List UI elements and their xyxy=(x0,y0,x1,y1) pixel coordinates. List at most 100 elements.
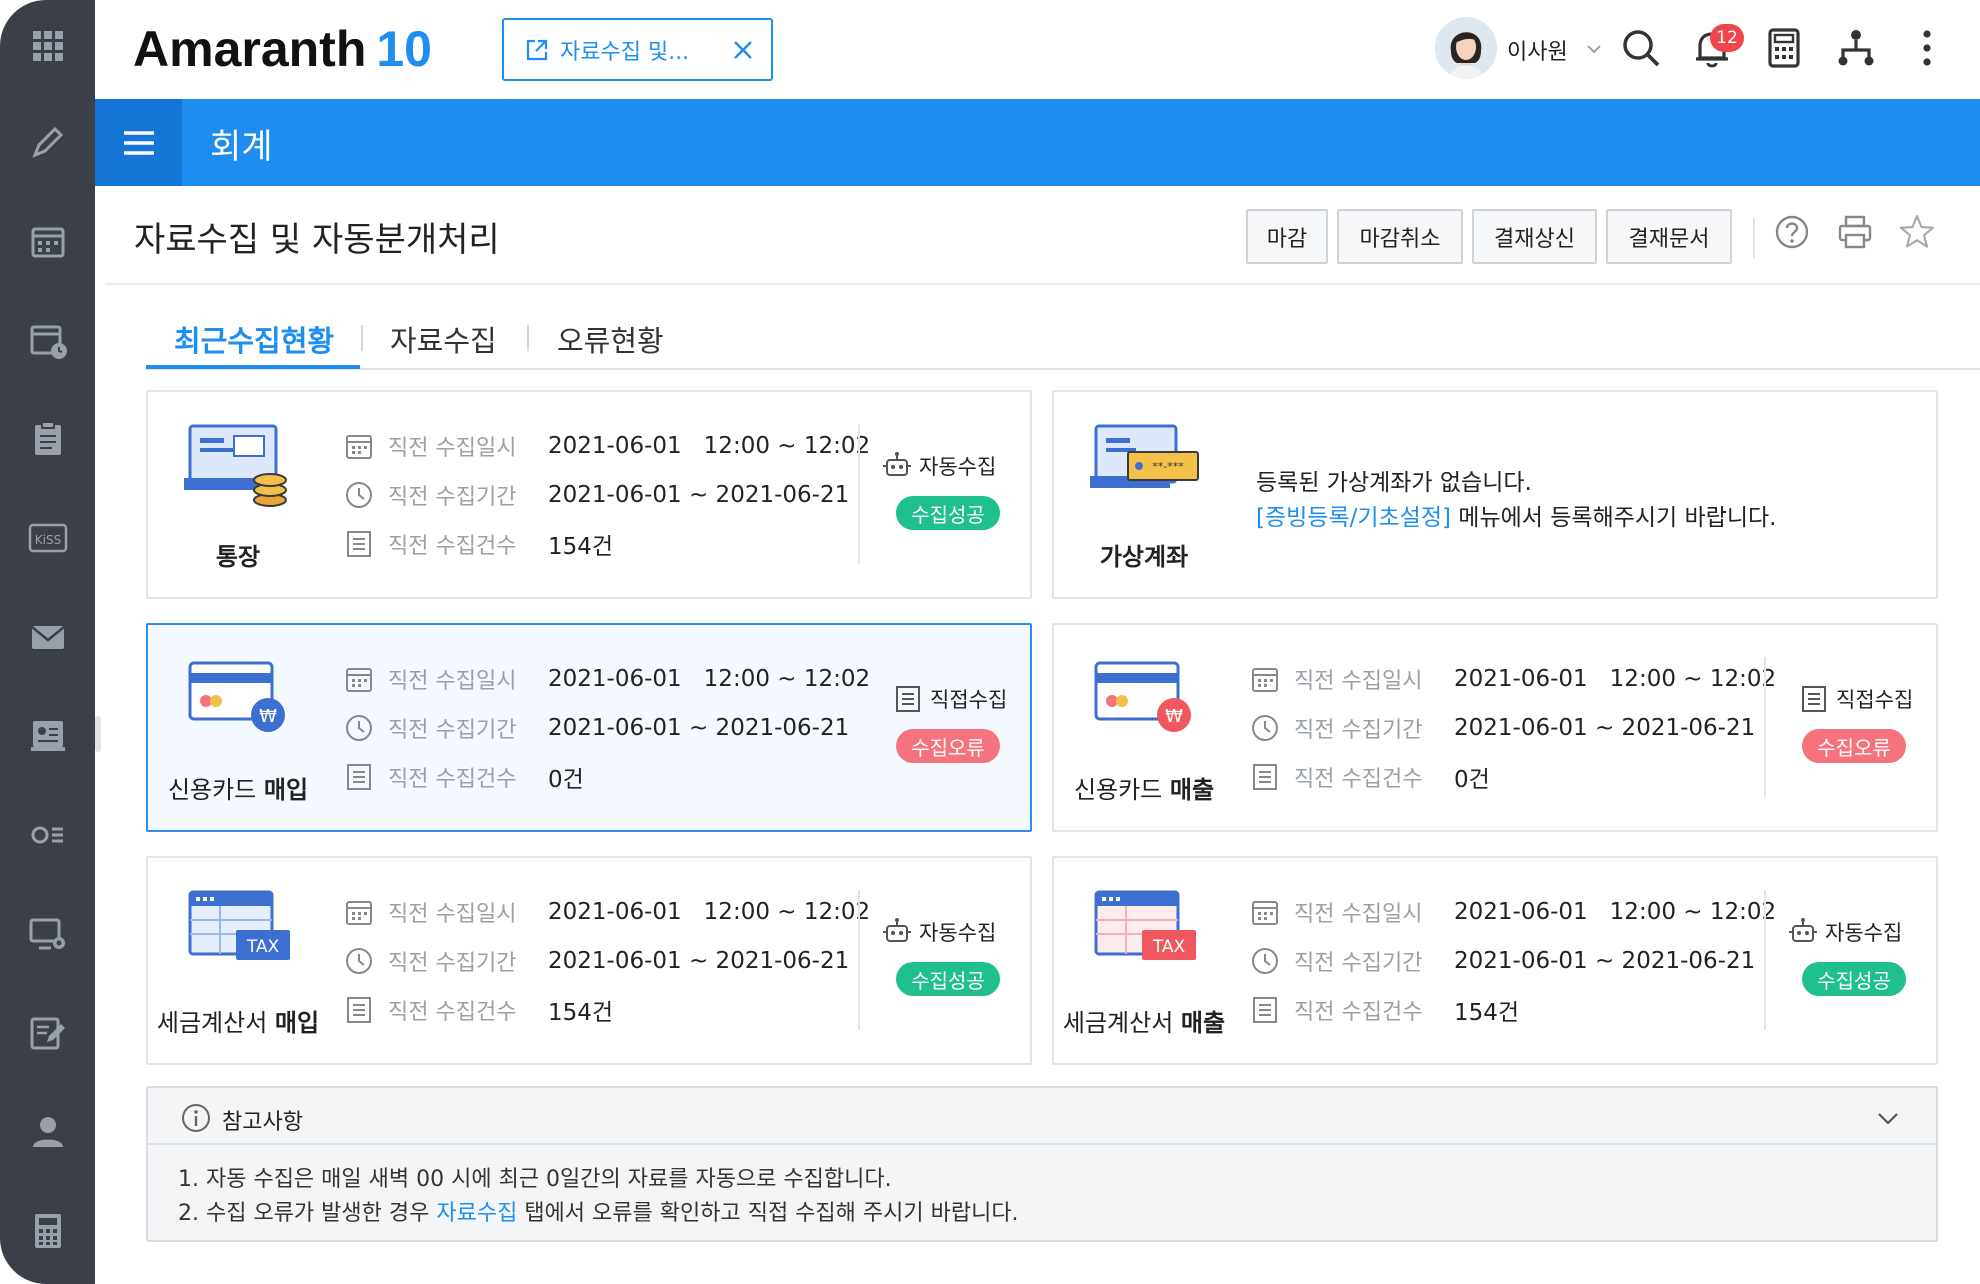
card-credit-purchase[interactable]: ₩ 신용카드 매입 직전 수집일시 2021-06-01 12:00 ~ 12:0… xyxy=(146,623,1032,832)
svg-text:KiSS: KiSS xyxy=(35,533,61,547)
tab-recent-status[interactable]: 최근수집현황 xyxy=(174,318,334,360)
last-period-row: 직전 수집기간 2021-06-01 ~ 2021-06-21 xyxy=(1250,712,1755,744)
card-bankbook[interactable]: 통장 직전 수집일시 2021-06-01 12:00 ~ 12:02 직전 수집… xyxy=(146,390,1032,599)
list-doc-icon xyxy=(1253,997,1277,1023)
card-tax-invoice-purchase[interactable]: TAX 세금계산서 매입 직전 수집일시 2021-06-01 12:00 ~ 1… xyxy=(146,856,1032,1065)
collection-mode: 자동수집 xyxy=(881,916,996,948)
info-icon xyxy=(182,1104,210,1132)
card-title: 가상계좌 xyxy=(1099,543,1189,571)
list-toggle-icon[interactable] xyxy=(22,809,74,861)
bankbook-icon xyxy=(184,424,287,507)
org-chart-icon[interactable] xyxy=(1832,24,1880,72)
active-tab-indicator xyxy=(146,365,360,369)
notes-header[interactable]: 참고사항 xyxy=(148,1088,1936,1145)
last-count-row: 직전 수집건수 0건 xyxy=(344,761,584,793)
sidebar-resize-handle[interactable] xyxy=(95,716,101,752)
tax-invoice-purchase-icon: TAX xyxy=(188,890,290,960)
calculator-icon[interactable] xyxy=(1760,24,1808,72)
calendar-clock-icon[interactable] xyxy=(22,314,74,366)
empty-message-detail: [증빙등록/기초설정] 메뉴에서 등록해주시기 바랍니다. xyxy=(1256,505,1777,531)
cancel-close-button[interactable]: 마감취소 xyxy=(1337,209,1463,264)
robot-icon xyxy=(883,918,911,942)
menu-icon[interactable] xyxy=(95,99,182,186)
svg-text:₩: ₩ xyxy=(1165,706,1183,727)
status-badge: 수집성공 xyxy=(896,962,1000,996)
status-badge: 수집성공 xyxy=(896,496,1000,530)
search-icon[interactable] xyxy=(1617,24,1665,72)
kiss-icon[interactable]: KiSS xyxy=(22,512,74,564)
svg-text:TAX: TAX xyxy=(246,937,280,957)
clock-icon xyxy=(1252,948,1278,974)
edit-doc-icon[interactable] xyxy=(22,1007,74,1059)
last-datetime-row: 직전 수집일시 2021-06-01 12:00 ~ 12:02 xyxy=(344,430,870,462)
divider xyxy=(105,283,1980,285)
star-icon[interactable] xyxy=(1897,212,1937,252)
open-tab-label: 자료수집 및... xyxy=(560,39,690,65)
notification-badge: 12 xyxy=(1710,24,1744,52)
clock-icon xyxy=(1252,715,1278,741)
monitor-gear-icon[interactable] xyxy=(22,908,74,960)
close-icon[interactable] xyxy=(729,36,757,64)
card-virtual-account[interactable]: **-*** 가상계좌 등록된 가상계좌가 없습니다. [증빙등록/기초설정] … xyxy=(1052,390,1938,599)
open-document-tab[interactable]: 자료수집 및... xyxy=(502,18,773,81)
card-credit-sales[interactable]: ₩ 신용카드 매출 직전 수집일시 2021-06-01 12:00 ~ 12:0… xyxy=(1052,623,1938,832)
robot-icon xyxy=(1789,918,1817,942)
list-doc-icon xyxy=(896,686,920,712)
card-title: 신용카드 매입 xyxy=(167,776,309,804)
empty-message: 등록된 가상계좌가 없습니다. xyxy=(1256,470,1532,496)
divider xyxy=(1764,657,1766,797)
more-vertical-icon[interactable] xyxy=(1903,24,1951,72)
mail-icon[interactable] xyxy=(22,611,74,663)
page-title: 자료수집 및 자동분개처리 xyxy=(134,220,500,260)
svg-text:TAX: TAX xyxy=(1152,937,1186,957)
help-icon[interactable] xyxy=(1772,212,1812,252)
divider xyxy=(858,424,860,564)
last-datetime-row: 직전 수집일시 2021-06-01 12:00 ~ 12:02 xyxy=(1250,896,1776,928)
card-title: 세금계산서 매입 xyxy=(156,1009,320,1037)
note-line-1: 1. 자동 수집은 매일 새벽 00 시에 최근 0일간의 자료를 자동으로 수… xyxy=(178,1167,892,1192)
user-name[interactable]: 이사원 xyxy=(1507,34,1568,66)
tax-invoice-sales-icon: TAX xyxy=(1094,890,1196,960)
print-icon[interactable] xyxy=(1835,212,1875,252)
clock-icon xyxy=(346,482,372,508)
apps-grid-icon[interactable] xyxy=(22,20,74,72)
list-doc-icon xyxy=(1802,686,1826,712)
tab-error-status[interactable]: 오류현황 xyxy=(557,318,664,360)
card-title: 신용카드 매출 xyxy=(1073,776,1215,804)
data-collection-link[interactable]: 자료수집 xyxy=(436,1201,517,1226)
submit-approval-button[interactable]: 결재상신 xyxy=(1472,209,1597,264)
card-title: 통장 xyxy=(215,543,261,571)
last-datetime-row: 직전 수집일시 2021-06-01 12:00 ~ 12:02 xyxy=(344,896,870,928)
tab-data-collection[interactable]: 자료수집 xyxy=(390,318,497,360)
list-doc-icon xyxy=(347,764,371,790)
clipboard-icon[interactable] xyxy=(22,413,74,465)
approval-docs-button[interactable]: 결재문서 xyxy=(1606,209,1732,264)
calculator-icon[interactable] xyxy=(22,1205,74,1257)
robot-icon xyxy=(883,452,911,476)
pen-icon[interactable] xyxy=(22,116,74,168)
collection-mode: 자동수집 xyxy=(881,450,996,482)
last-count-row: 직전 수집건수 0건 xyxy=(1250,761,1490,793)
module-title: 회계 xyxy=(210,127,273,167)
collection-mode: 직접수집 xyxy=(892,683,1007,715)
user-icon[interactable] xyxy=(22,1106,74,1158)
module-bar: 회계 xyxy=(95,99,1980,186)
settings-link[interactable]: [증빙등록/기초설정] xyxy=(1256,505,1451,531)
tab-separator xyxy=(527,325,529,351)
svg-text:**-***: **-*** xyxy=(1152,460,1184,473)
calendar-icon[interactable] xyxy=(22,215,74,267)
sidebar: KiSS xyxy=(0,0,95,1284)
calendar-icon xyxy=(346,435,372,459)
last-count-row: 직전 수집건수 154건 xyxy=(344,528,613,560)
id-card-icon[interactable] xyxy=(22,710,74,762)
avatar[interactable] xyxy=(1435,17,1497,79)
last-count-row: 직전 수집건수 154건 xyxy=(1250,994,1519,1026)
app-logo[interactable]: Amaranth 10 xyxy=(133,20,432,78)
close-period-button[interactable]: 마감 xyxy=(1246,209,1328,264)
clock-icon xyxy=(346,948,372,974)
chevron-down-icon[interactable] xyxy=(1874,1104,1902,1132)
chevron-down-icon[interactable] xyxy=(1585,40,1603,58)
collection-mode: 자동수집 xyxy=(1787,916,1902,948)
calendar-icon xyxy=(1252,668,1278,692)
card-tax-invoice-sales[interactable]: TAX 세금계산서 매출 직전 수집일시 2021-06-01 12:00 ~ 1… xyxy=(1052,856,1938,1065)
